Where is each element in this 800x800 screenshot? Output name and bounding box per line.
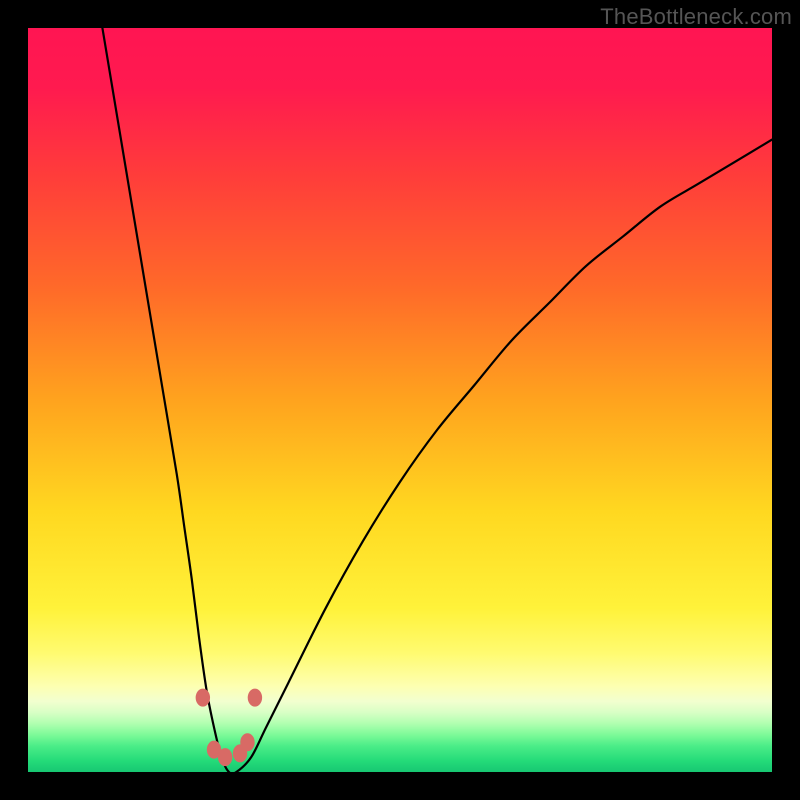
chart-frame: TheBottleneck.com — [0, 0, 800, 800]
marker-dot — [218, 748, 232, 766]
bottleneck-curve — [102, 28, 772, 772]
marker-dot — [196, 689, 210, 707]
marker-dot — [248, 689, 262, 707]
marker-dot — [240, 733, 254, 751]
watermark-text: TheBottleneck.com — [600, 4, 792, 30]
curve-layer — [28, 28, 772, 772]
plot-area — [28, 28, 772, 772]
